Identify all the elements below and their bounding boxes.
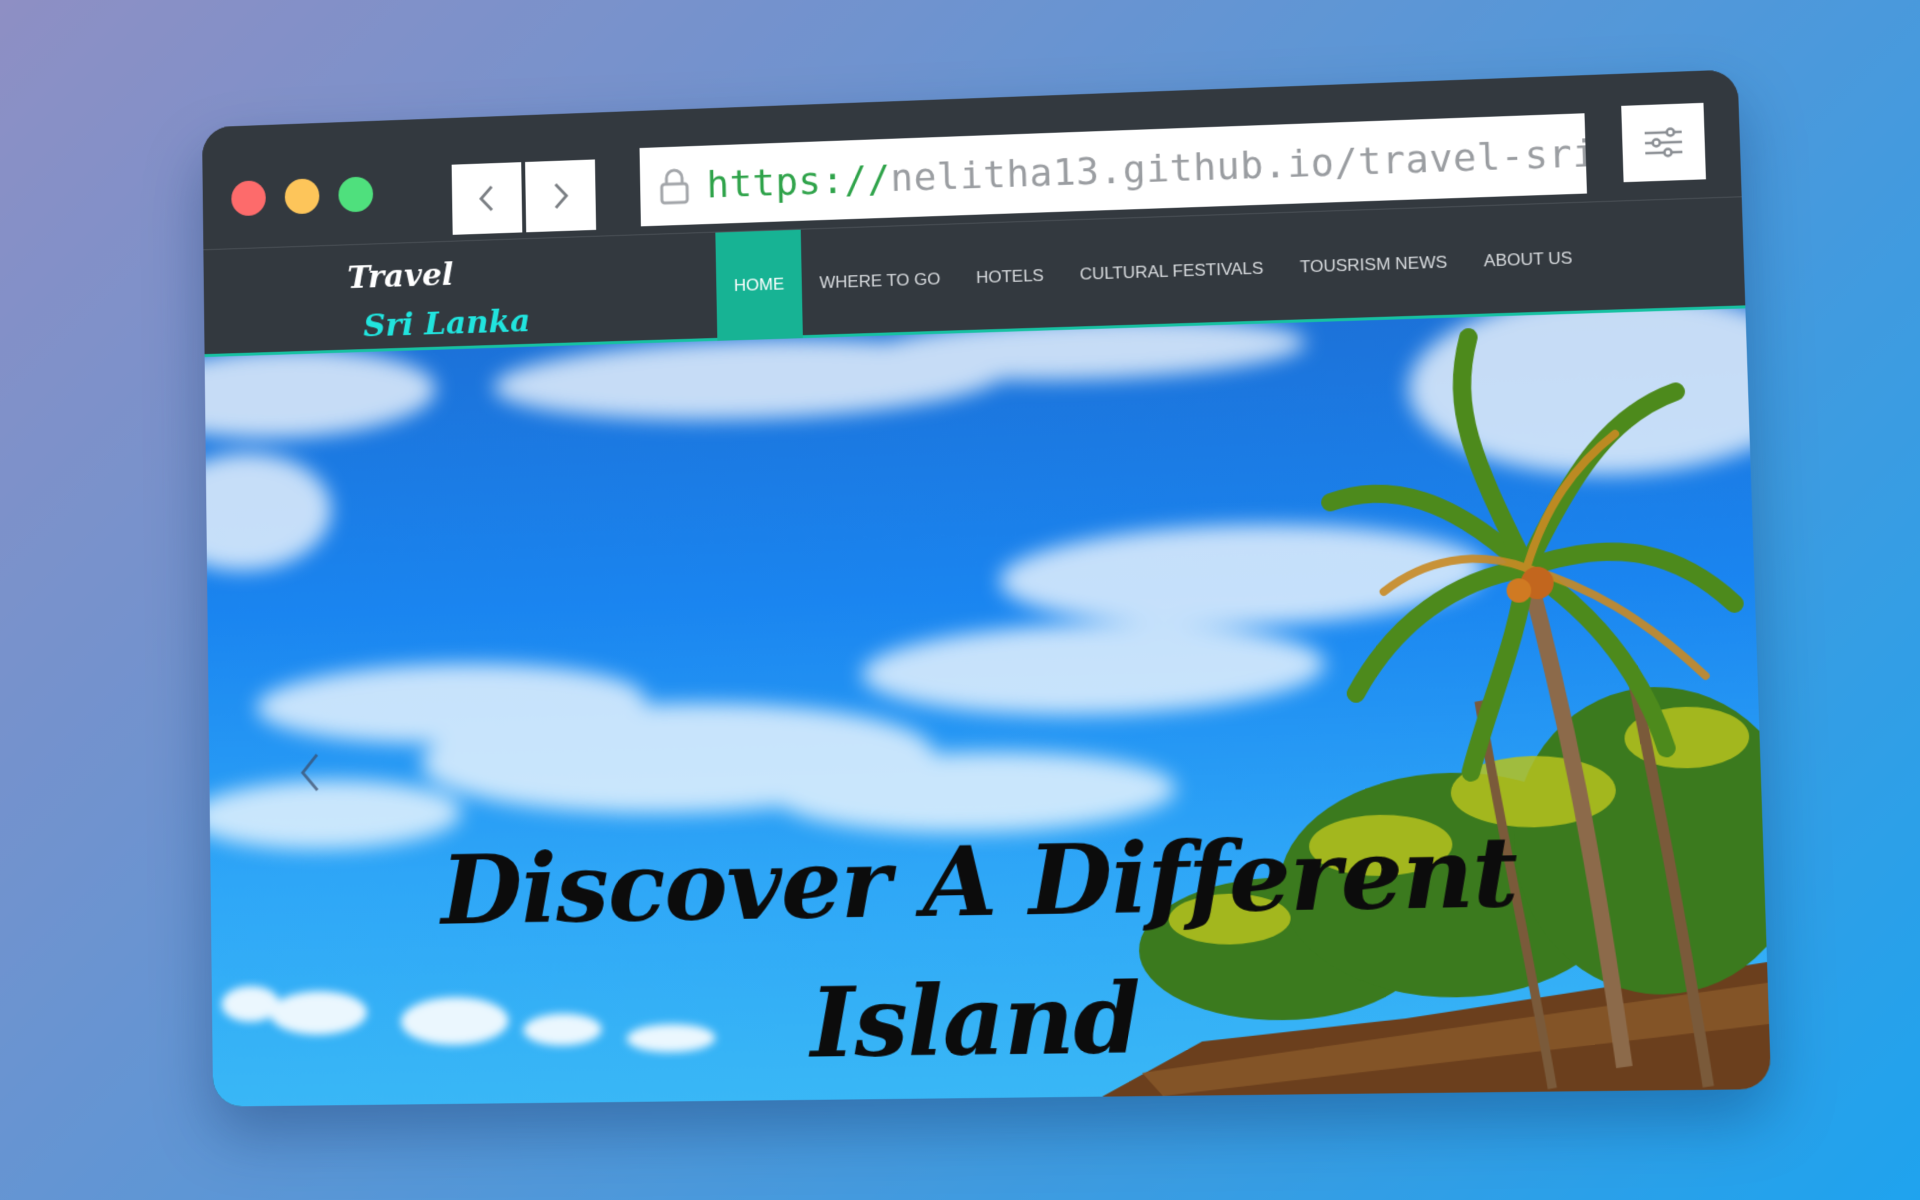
- logo-line-sri-lanka: Sri Lanka: [363, 301, 531, 345]
- nav-item-tourism-news[interactable]: TOUSRISM NEWS: [1280, 207, 1467, 323]
- hero-headline: Discover A Different Island: [210, 798, 1771, 1100]
- maximize-window-button[interactable]: [338, 176, 374, 213]
- chevron-right-icon: [550, 181, 572, 211]
- close-window-button[interactable]: [231, 180, 266, 217]
- chevron-left-icon: [476, 184, 498, 214]
- nav-item-home[interactable]: HOME: [715, 229, 803, 341]
- hero-headline-line2: Island: [809, 961, 1142, 1080]
- history-buttons: [451, 159, 597, 235]
- forward-button[interactable]: [525, 159, 597, 233]
- browser-window: https://nelitha13.github.io/travel-sri T…: [201, 69, 1772, 1107]
- url-path: nelitha13.github.io/travel-sri: [890, 130, 1587, 200]
- back-button[interactable]: [451, 162, 523, 235]
- hero-headline-line1: Discover A Different: [440, 814, 1519, 947]
- nav-item-cultural-festivals[interactable]: CULTURAL FESTIVALS: [1060, 213, 1283, 330]
- nav-item-hotels[interactable]: HOTELS: [957, 221, 1063, 333]
- browser-menu-button[interactable]: [1621, 102, 1706, 183]
- url-text: https://nelitha13.github.io/travel-sri: [706, 131, 1587, 206]
- window-controls: [231, 176, 374, 217]
- sliders-icon: [1642, 126, 1684, 160]
- carousel-prev-arrow[interactable]: [298, 751, 322, 795]
- url-scheme: https://: [706, 156, 891, 207]
- hero-carousel: Discover A Different Island: [204, 308, 1772, 1107]
- lock-icon: [657, 167, 691, 205]
- nav-item-about-us[interactable]: ABOUT US: [1464, 203, 1593, 318]
- minimize-window-button[interactable]: [284, 178, 320, 215]
- logo-line-travel: Travel: [347, 255, 454, 296]
- site-logo[interactable]: Travel Sri Lanka: [347, 253, 530, 345]
- nav-item-where-to-go[interactable]: WHERE TO GO: [801, 224, 960, 338]
